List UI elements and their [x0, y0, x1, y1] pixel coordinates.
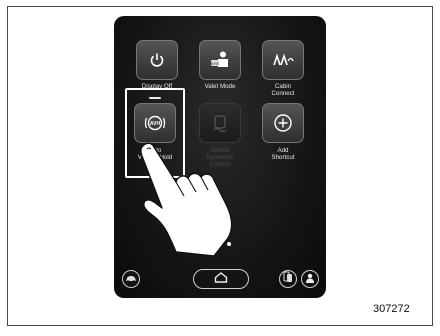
- svg-text:BYE: BYE: [211, 61, 219, 66]
- auto-vehicle-hold-button[interactable]: AVH: [134, 103, 176, 143]
- vehicle-dynamics-icon: [212, 114, 228, 132]
- home-button[interactable]: [193, 269, 249, 289]
- cabin-connect-icon: [271, 52, 295, 68]
- cabin-connect-button[interactable]: [262, 40, 304, 80]
- auto-vehicle-hold-label: Auto Vehicle Hold: [137, 147, 173, 161]
- car-icon: [125, 270, 137, 288]
- avh-icon: AVH: [144, 114, 166, 132]
- valet-mode-label: Valet Mode: [204, 83, 236, 90]
- page-dot-1[interactable]: [215, 242, 219, 246]
- figure-number: 307272: [373, 303, 410, 315]
- phone-button[interactable]: [279, 270, 297, 288]
- valet-mode-button[interactable]: BYE: [199, 40, 241, 80]
- vehicle-dynamics-control-button[interactable]: [199, 103, 241, 143]
- cabin-connect-label: Cabin Connect: [271, 83, 295, 97]
- power-icon: [148, 51, 166, 69]
- add-shortcut-button[interactable]: [262, 103, 304, 143]
- page-indicator: [114, 242, 326, 248]
- add-shortcut-label: Add Shortcut: [271, 147, 295, 161]
- valet-person-icon: BYE: [209, 50, 231, 70]
- profile-button[interactable]: [301, 270, 319, 288]
- touchscreen-display: Display Off BYE Valet Mode Cabin Connect …: [114, 16, 326, 298]
- bottom-bar: [114, 264, 326, 298]
- vehicle-dynamics-control-label: Vehicle Dynamics Control: [206, 147, 234, 168]
- phone-icon: [283, 270, 293, 288]
- display-off-button[interactable]: [136, 40, 178, 80]
- person-icon: [305, 270, 315, 288]
- active-indicator: [149, 97, 161, 99]
- vehicle-button[interactable]: [122, 270, 140, 288]
- svg-text:AVH: AVH: [150, 121, 161, 127]
- page-dot-2[interactable]: [227, 242, 231, 246]
- home-icon: [214, 270, 228, 288]
- plus-icon: [273, 113, 293, 133]
